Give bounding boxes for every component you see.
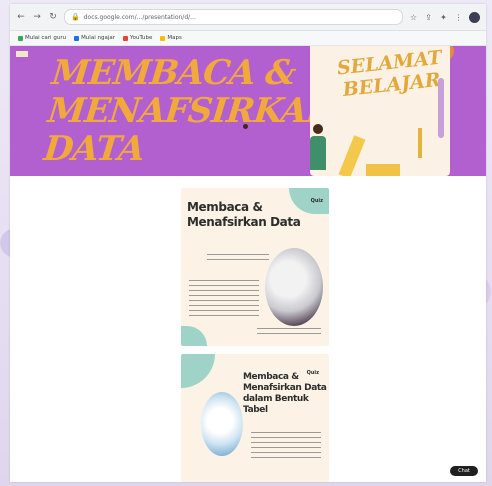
- bookmark-label: YouTube: [129, 35, 153, 41]
- extensions-icon[interactable]: ✦: [439, 13, 448, 22]
- text-block: [251, 432, 321, 462]
- site-logo[interactable]: [16, 51, 28, 57]
- chat-button[interactable]: Chat: [450, 466, 478, 476]
- slide-title: Membaca & Menafsirkan Data dalam Bentuk …: [243, 372, 327, 415]
- lock-icon: 🔒: [71, 13, 80, 21]
- bookmark-label: Maps: [167, 35, 182, 41]
- slide-title: Membaca & Menafsirkan Data: [187, 200, 301, 229]
- back-icon[interactable]: ←: [16, 12, 26, 22]
- forward-icon[interactable]: →: [32, 12, 42, 22]
- decoration: [181, 354, 215, 388]
- slide-photo: [201, 392, 243, 456]
- greeting-card: SELAMAT BELAJAR: [310, 46, 450, 176]
- text-block: [189, 280, 259, 320]
- bookmark-item[interactable]: Maps: [160, 35, 182, 41]
- browser-toolbar: ← → ↻ 🔒 docs.google.com/.../presentation…: [10, 4, 486, 31]
- banner-title: MEMBACA & MENAFSIRKAN DATA: [41, 53, 339, 169]
- greeting-text: SELAMAT BELAJAR: [335, 46, 443, 102]
- url-text: docs.google.com/.../presentation/d/...: [83, 13, 196, 21]
- bookmarks-bar: Mulai cari guru Mulai ngajar YouTube Map…: [10, 31, 486, 46]
- decoration-dot: [243, 124, 248, 129]
- slide-photo: [265, 248, 323, 326]
- bookmark-item[interactable]: Mulai cari guru: [18, 35, 66, 41]
- avatar[interactable]: [469, 11, 480, 23]
- text-block: [207, 254, 269, 264]
- student-illustration: [310, 124, 326, 174]
- bookmark-favicon-icon: [160, 35, 166, 41]
- bookmark-favicon-icon: [122, 35, 128, 41]
- menu-icon[interactable]: ⋮: [454, 13, 463, 22]
- slide-thumbnail[interactable]: Quiz Membaca & Menafsirkan Data dalam Be…: [181, 354, 329, 482]
- page-content: MEMBACA & MENAFSIRKAN DATA SELAMAT BELAJ…: [10, 46, 486, 482]
- decoration: [438, 78, 444, 138]
- address-bar[interactable]: 🔒 docs.google.com/.../presentation/d/...: [64, 9, 403, 25]
- text-block: [257, 328, 321, 338]
- slide-tag: Quiz: [310, 198, 323, 204]
- header-banner: MEMBACA & MENAFSIRKAN DATA SELAMAT BELAJ…: [10, 46, 486, 176]
- bookmark-item[interactable]: YouTube: [122, 35, 153, 41]
- slide-thumbnail[interactable]: Quiz Membaca & Menafsirkan Data: [181, 188, 329, 346]
- plant-illustration: [418, 128, 422, 158]
- bookmark-favicon-icon: [74, 35, 80, 41]
- bookmark-favicon-icon: [18, 35, 23, 41]
- reload-icon[interactable]: ↻: [48, 12, 58, 22]
- bookmark-label: Mulai ngajar: [81, 35, 115, 41]
- decoration: [181, 326, 207, 346]
- bookmark-label: Mulai cari guru: [25, 35, 67, 41]
- share-icon[interactable]: ⇪: [424, 13, 433, 22]
- browser-window: ← → ↻ 🔒 docs.google.com/.../presentation…: [10, 4, 486, 482]
- bookmark-star-icon[interactable]: ☆: [409, 13, 418, 22]
- bookmark-item[interactable]: Mulai ngajar: [74, 35, 115, 41]
- book-illustration: [366, 164, 400, 176]
